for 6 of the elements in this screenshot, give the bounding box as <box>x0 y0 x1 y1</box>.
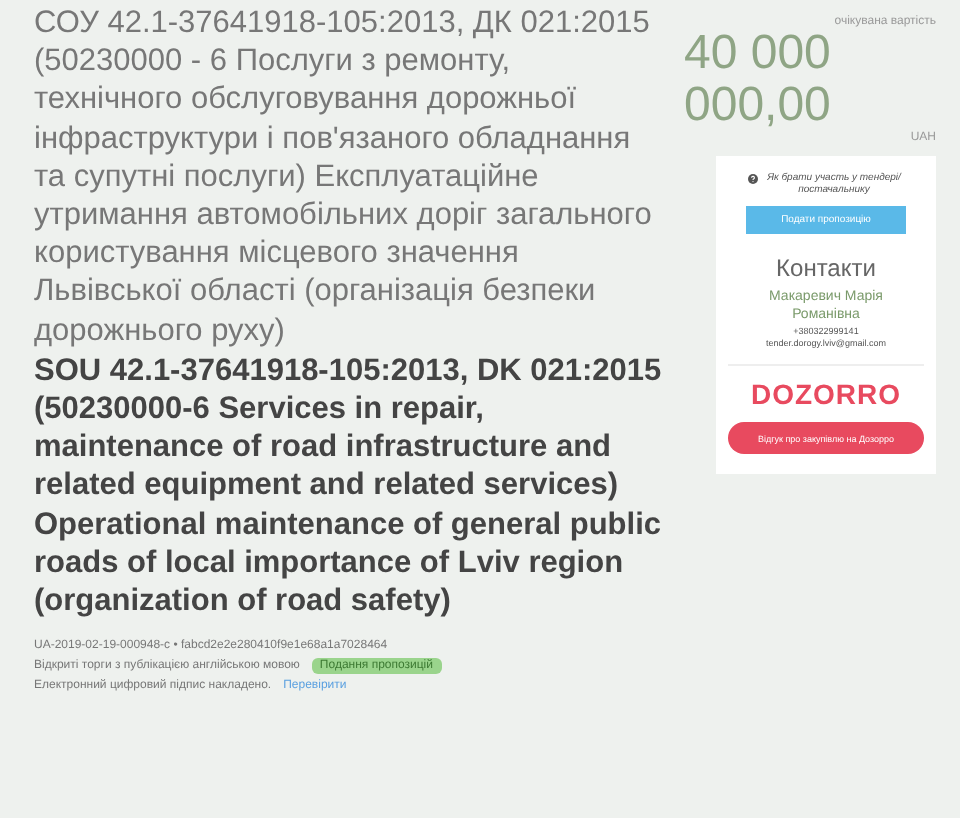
help-icon <box>748 174 758 184</box>
tender-title: СОУ 42.1-37641918-105:2013, ДК 021:2015 (50230000 - 6 Послуги з ремонту, технічного обслуговування дорожньої інфраструктури і пов'язаного обладнання та супутні послуги) Експлуатаційне утримання автомобільних доріг загального користування місцевого значення Львівської області (організація безпеки дорожнього руху) <box>34 4 654 350</box>
dozorro-logo: DOZORRO <box>750 378 902 410</box>
tender-title-english: SOU 42.1-37641918-105:2013, DK 021:2015 (50230000-6 Services in repair, maintenance of road infrastructure and related equipment and related services) Operational maintenance of general public roads of local importance of Lviv region (organization of road safety) <box>34 351 664 621</box>
contacts-heading: Контакти <box>776 254 876 282</box>
budget-amount: 40 000 000,00 <box>684 28 833 132</box>
